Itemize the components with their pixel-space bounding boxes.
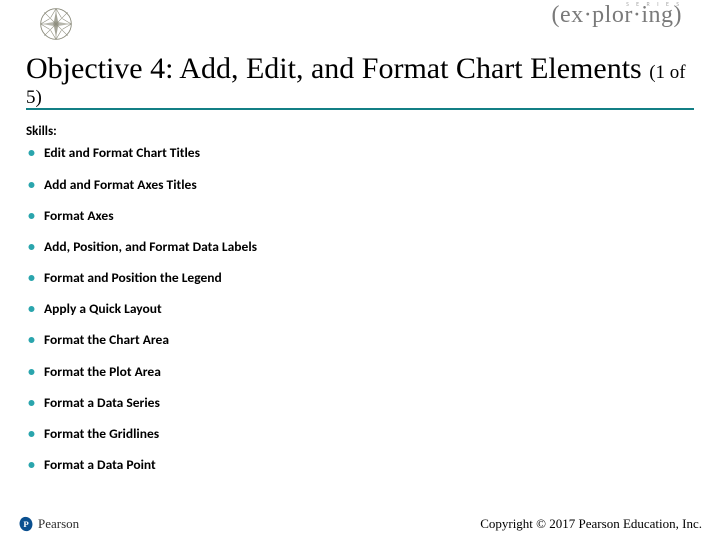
- slide-title-block: Objective 4: Add, Edit, and Format Chart…: [0, 52, 720, 110]
- list-item: Apply a Quick Layout: [26, 301, 694, 317]
- slide-title: Objective 4: Add, Edit, and Format Chart…: [26, 52, 694, 110]
- list-item: Format a Data Series: [26, 395, 694, 411]
- list-item: Format Axes: [26, 208, 694, 224]
- title-main: Objective 4: Add, Edit, and Format Chart…: [26, 52, 649, 85]
- svg-text:P: P: [23, 519, 29, 529]
- list-item: Format a Data Point: [26, 457, 694, 473]
- list-item: Format the Plot Area: [26, 364, 694, 380]
- list-item: Format and Position the Legend: [26, 270, 694, 286]
- brand-name: (ex·plor·ing): [552, 2, 682, 29]
- publisher-name: Pearson: [38, 516, 79, 532]
- skills-heading: Skills:: [0, 110, 720, 139]
- slide-footer: P Pearson Copyright © 2017 Pearson Educa…: [18, 516, 702, 532]
- brand-block: (ex·plor·ing): [552, 2, 682, 29]
- publisher-logo: P Pearson: [18, 516, 79, 532]
- list-item: Edit and Format Chart Titles: [26, 145, 694, 161]
- pearson-p-icon: P: [18, 516, 34, 532]
- list-item: Add, Position, and Format Data Labels: [26, 239, 694, 255]
- list-item: Format the Gridlines: [26, 426, 694, 442]
- slide-header: S E R I E S (ex·plor·ing): [0, 0, 720, 48]
- copyright-text: Copyright © 2017 Pearson Education, Inc.: [480, 516, 702, 532]
- list-item: Format the Chart Area: [26, 332, 694, 348]
- compass-icon: [38, 6, 74, 42]
- skills-list: Edit and Format Chart Titles Add and For…: [0, 139, 720, 473]
- list-item: Add and Format Axes Titles: [26, 177, 694, 193]
